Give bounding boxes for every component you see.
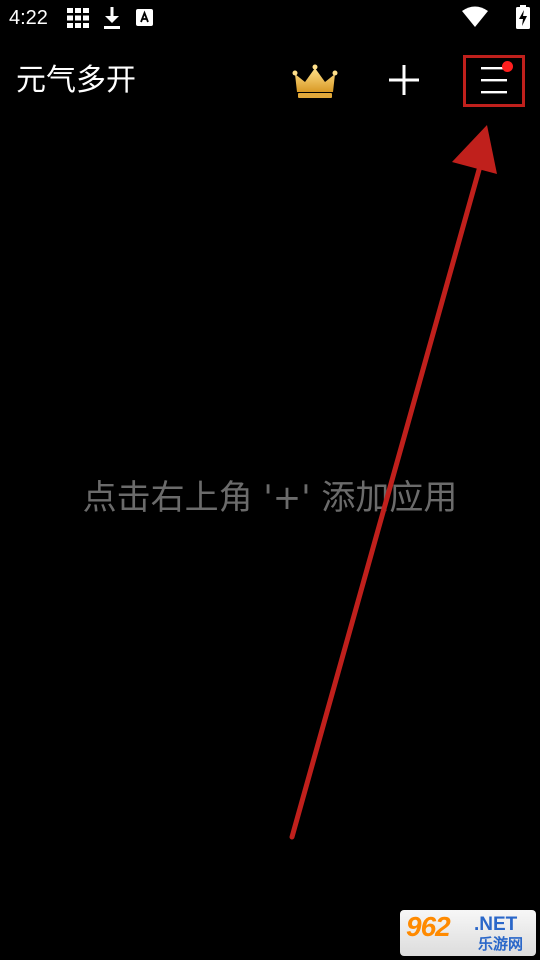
empty-state-hint: 点击右上角 '+' 添加应用	[82, 478, 458, 518]
plus-icon	[389, 65, 419, 95]
wifi-icon	[462, 6, 488, 27]
crown-icon	[292, 64, 338, 98]
notification-dot	[502, 61, 513, 72]
watermark-text: 乐游网	[478, 935, 524, 953]
watermark-logo: 962 .NET 乐游网	[400, 910, 536, 956]
status-bar: 4:22	[0, 0, 540, 36]
app-title: 元气多开	[16, 63, 136, 98]
status-time: 4:22	[9, 7, 48, 29]
watermark-number: 962	[406, 911, 451, 942]
app-bar: 元气多开	[0, 48, 540, 116]
vip-button[interactable]	[290, 62, 340, 102]
download-icon	[104, 7, 120, 29]
add-app-button[interactable]	[384, 60, 424, 100]
grid-icon	[67, 8, 89, 28]
watermark-domain: .NET	[474, 914, 518, 935]
menu-highlight-box	[463, 55, 525, 107]
battery-charging-icon	[516, 5, 530, 29]
a-badge-icon	[136, 9, 153, 26]
